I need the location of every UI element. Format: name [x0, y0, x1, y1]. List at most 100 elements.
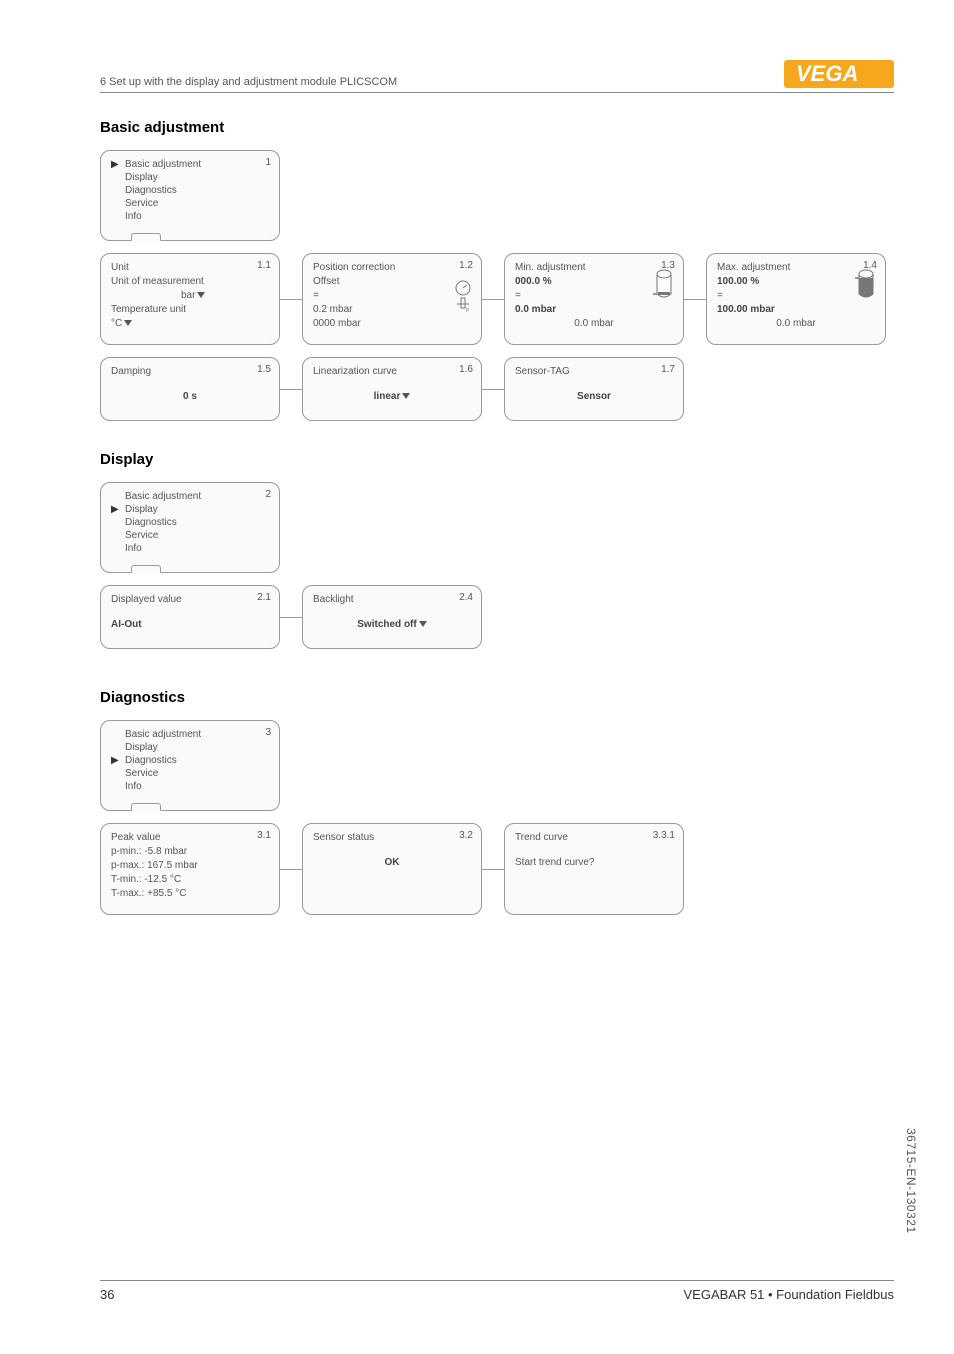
card-value: bar: [111, 290, 269, 301]
card-number: 1.5: [257, 364, 271, 375]
menu-card-display: 2 Basic adjustment ▶Display Diagnostics …: [100, 482, 280, 573]
menu-item[interactable]: Diagnostics: [111, 517, 269, 528]
menu-label: Info: [125, 543, 142, 554]
card-value: linear: [313, 391, 471, 402]
connector: [482, 823, 504, 915]
menu-item[interactable]: Basic adjustment: [111, 729, 269, 740]
menu-tab-icon: [131, 233, 161, 241]
card-linearization[interactable]: 1.6 Linearization curve linear: [302, 357, 482, 421]
menu-item[interactable]: Info: [111, 543, 269, 554]
card-value: °C: [111, 318, 269, 329]
menu-item[interactable]: ▶Basic adjustment: [111, 159, 269, 170]
card-unit[interactable]: 1.1 Unit Unit of measurement bar Tempera…: [100, 253, 280, 345]
connector: [280, 823, 302, 915]
card-title: Backlight: [313, 594, 471, 605]
card-number: 1.6: [459, 364, 473, 375]
card-title: Unit: [111, 262, 269, 273]
card-line: 0.2 mbar: [313, 304, 471, 315]
card-title: Max. adjustment: [717, 262, 875, 273]
card-number: 1.2: [459, 260, 473, 271]
menu-card-basic: 1 ▶Basic adjustment Display Diagnostics …: [100, 150, 280, 241]
section-title-basic: Basic adjustment: [100, 119, 894, 136]
pointer-icon: ▶: [111, 159, 121, 170]
menu-item[interactable]: Diagnostics: [111, 185, 269, 196]
page-header: 6 Set up with the display and adjustment…: [100, 60, 894, 93]
card-title: Linearization curve: [313, 366, 471, 377]
card-number: 1: [265, 157, 271, 168]
menu-item[interactable]: Service: [111, 530, 269, 541]
card-line: p-max.: 167.5 mbar: [111, 860, 269, 871]
menu-label: Diagnostics: [125, 185, 177, 196]
card-line: Offset: [313, 276, 471, 287]
menu-item[interactable]: Info: [111, 211, 269, 222]
menu-label: Diagnostics: [125, 755, 177, 766]
pointer-icon: ▶: [111, 755, 121, 766]
card-line: T-min.: -12.5 °C: [111, 874, 269, 885]
card-sensor-tag[interactable]: 1.7 Sensor-TAG Sensor: [504, 357, 684, 421]
card-number: 3.3.1: [653, 830, 675, 841]
card-value: Start trend curve?: [515, 857, 673, 868]
gauge-icon: P: [453, 280, 473, 314]
menu-label: Display: [125, 504, 158, 515]
menu-item[interactable]: ▶ Diagnostics: [111, 755, 269, 766]
card-position-correction[interactable]: 1.2 Position correction Offset = 0.2 mba…: [302, 253, 482, 345]
card-title: Damping: [111, 366, 269, 377]
product-name: VEGABAR 51 • Foundation Fieldbus: [683, 1287, 894, 1302]
card-line: =: [717, 290, 875, 301]
menu-item[interactable]: Display: [111, 172, 269, 183]
menu-item[interactable]: Service: [111, 198, 269, 209]
connector: [280, 585, 302, 649]
card-value: Switched off: [313, 619, 471, 630]
card-number: 2.4: [459, 592, 473, 603]
connector: [482, 357, 504, 421]
card-title: Sensor status: [313, 832, 471, 843]
svg-text:P: P: [466, 308, 470, 314]
card-line: 0.0 mbar: [515, 318, 673, 329]
card-backlight[interactable]: 2.4 Backlight Switched off: [302, 585, 482, 649]
card-min-adjustment[interactable]: 1.3 Min. adjustment 000.0 % = 0.0 mbar 0…: [504, 253, 684, 345]
card-value: 000.0 %: [515, 276, 673, 287]
card-max-adjustment[interactable]: 1.4 Max. adjustment 100.00 % = 100.00 mb…: [706, 253, 886, 345]
card-line: Temperature unit: [111, 304, 269, 315]
card-sensor-status[interactable]: 3.2 Sensor status OK: [302, 823, 482, 915]
card-number: 1.1: [257, 260, 271, 271]
card-line: T-max.: +85.5 °C: [111, 888, 269, 899]
menu-label: Info: [125, 781, 142, 792]
card-title: Min. adjustment: [515, 262, 673, 273]
menu-item[interactable]: ▶ Display: [111, 504, 269, 515]
card-number: 3.2: [459, 830, 473, 841]
page-footer: 36 VEGABAR 51 • Foundation Fieldbus: [100, 1280, 894, 1302]
card-peak-value[interactable]: 3.1 Peak value p-min.: -5.8 mbar p-max.:…: [100, 823, 280, 915]
menu-label: Diagnostics: [125, 517, 177, 528]
menu-label: Display: [125, 172, 158, 183]
card-title: Displayed value: [111, 594, 269, 605]
card-number: 2.1: [257, 592, 271, 603]
card-trend-curve[interactable]: 3.3.1 Trend curve Start trend curve?: [504, 823, 684, 915]
card-damping[interactable]: 1.5 Damping 0 s: [100, 357, 280, 421]
menu-tab-icon: [131, 565, 161, 573]
card-title: Sensor-TAG: [515, 366, 673, 377]
card-line: Unit of measurement: [111, 276, 269, 287]
menu-label: Service: [125, 198, 158, 209]
card-line: =: [313, 290, 471, 301]
breadcrumb: 6 Set up with the display and adjustment…: [100, 76, 397, 88]
menu-label: Basic adjustment: [125, 729, 201, 740]
menu-item[interactable]: Info: [111, 781, 269, 792]
card-displayed-value[interactable]: 2.1 Displayed value AI-Out: [100, 585, 280, 649]
card-value: OK: [313, 857, 471, 868]
card-line: 0.0 mbar: [717, 318, 875, 329]
page-number: 36: [100, 1287, 114, 1302]
document-code: 36715-EN-130321: [904, 1128, 918, 1234]
logo-text: VEGA: [796, 61, 858, 86]
menu-label: Service: [125, 768, 158, 779]
menu-item[interactable]: Basic adjustment: [111, 491, 269, 502]
menu-card-diagnostics: 3 Basic adjustment Display ▶Diagnostics …: [100, 720, 280, 811]
connector: [280, 357, 302, 421]
menu-item[interactable]: Service: [111, 768, 269, 779]
menu-item[interactable]: Display: [111, 742, 269, 753]
card-value: AI-Out: [111, 619, 269, 630]
pointer-icon: ▶: [111, 504, 121, 515]
card-value: 100.00 %: [717, 276, 875, 287]
connector: [482, 253, 504, 345]
menu-label: Basic adjustment: [125, 491, 201, 502]
